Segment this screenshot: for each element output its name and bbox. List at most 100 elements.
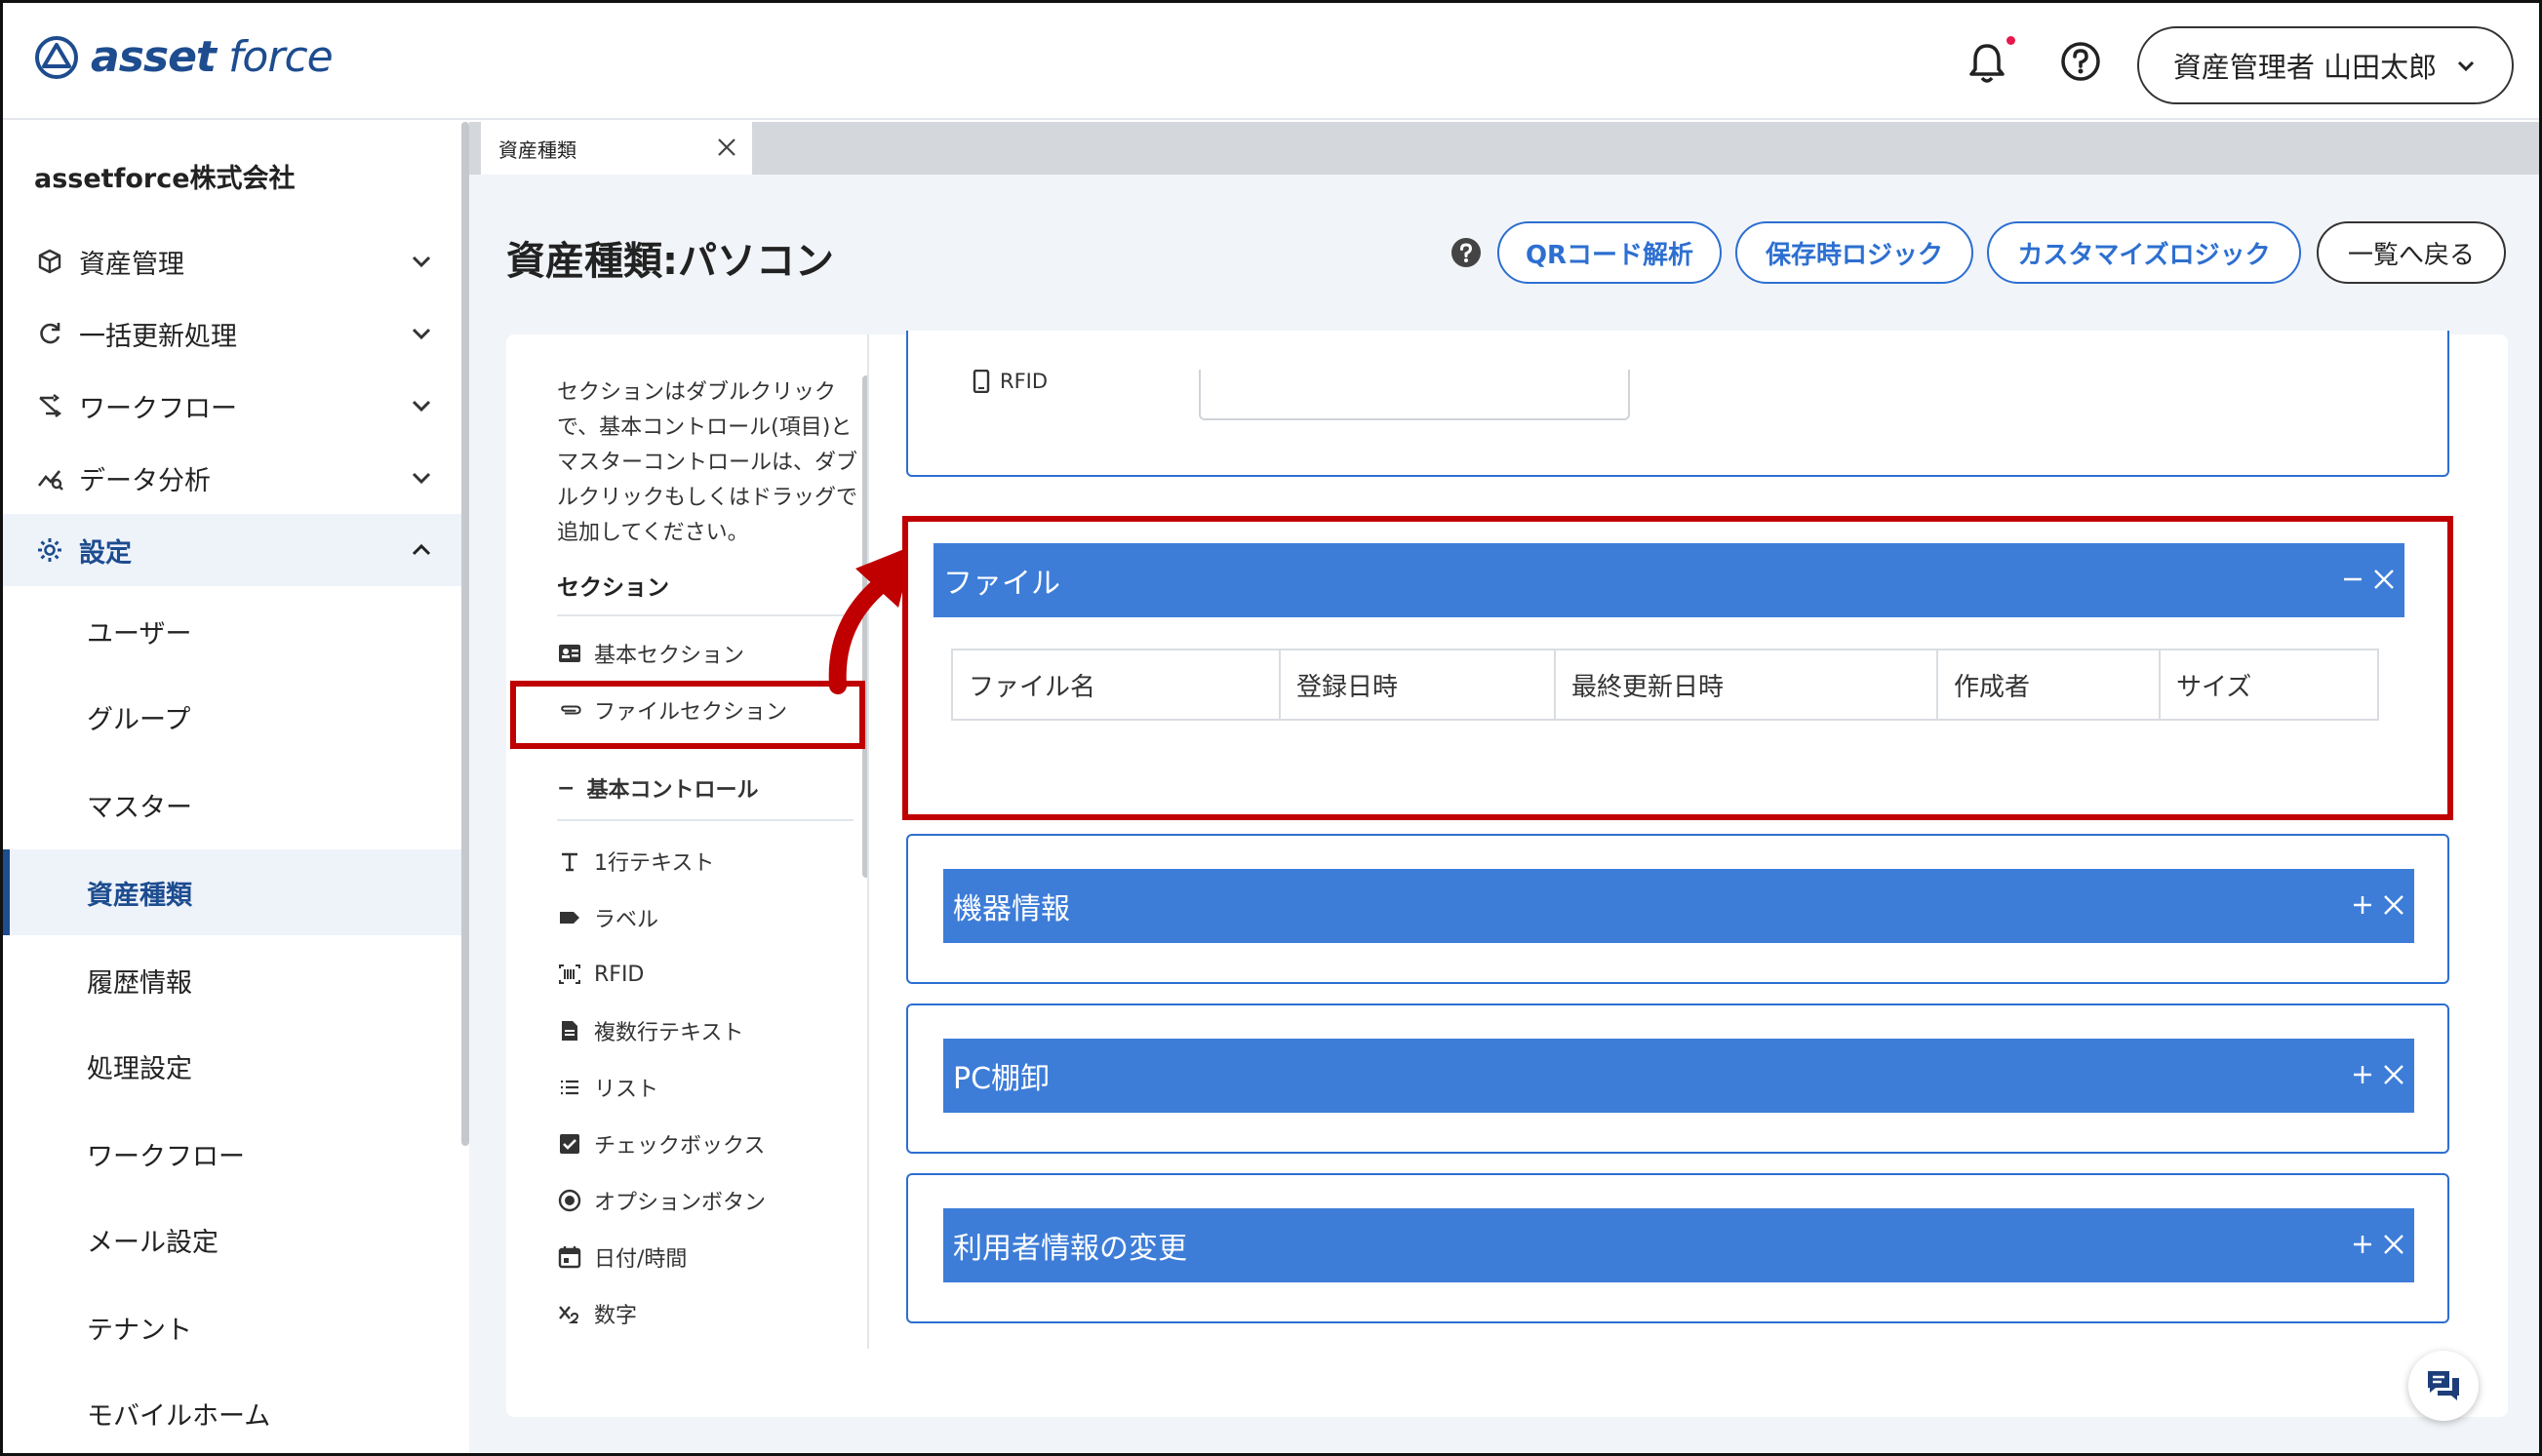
section-divider (557, 614, 854, 616)
col-updated-at: 最終更新日時 (1556, 650, 1938, 719)
chevron-down-icon (412, 256, 431, 268)
palette-hint: セクションはダブルクリックで、基本コントロール(項目)とマスターコントロールは、… (557, 380, 858, 545)
palette-control-multiline-text[interactable]: 複数行テキスト (557, 1011, 743, 1050)
chat-button[interactable] (2408, 1351, 2479, 1421)
sidebar: assetforce株式会社 資産管理 一括更新処理 ワークフロー データ分析 … (3, 122, 469, 1453)
user-menu-button[interactable]: 資産管理者 山田太郎 (2137, 26, 2514, 104)
section-card-user-change[interactable]: 利用者情報の変更 (906, 1173, 2449, 1323)
phone-icon (973, 370, 990, 393)
help-icon[interactable] (2059, 40, 2102, 83)
save-logic-button[interactable]: 保存時ロジック (1735, 221, 1973, 284)
sidebar-sub-mail-settings[interactable]: メール設定 (3, 1197, 463, 1282)
basic-controls-heading[interactable]: − 基本コントロール (557, 768, 758, 807)
page-title: 資産種類:パソコン (506, 239, 834, 284)
editor-panel: セクションはダブルクリックで、基本コントロール(項目)とマスターコントロールは、… (506, 331, 2508, 1417)
palette-highlight (510, 681, 865, 749)
sidebar-item-asset-management[interactable]: 資産管理 (3, 225, 463, 297)
file-table-header: ファイル名 登録日時 最終更新日時 作成者 サイズ (951, 649, 2379, 721)
palette-control-rfid[interactable]: RFID (557, 955, 644, 994)
tab-asset-types[interactable]: 資産種類 (481, 122, 752, 175)
workflow-icon (39, 394, 61, 417)
section-card-device-info[interactable]: 機器情報 (906, 834, 2449, 984)
col-creator: 作成者 (1938, 650, 2161, 719)
sidebar-sub-master[interactable]: マスター (3, 762, 463, 847)
id-card-icon (559, 645, 580, 662)
close-icon[interactable] (2379, 1060, 2408, 1089)
user-name: 資産管理者 山田太郎 (2172, 51, 2438, 84)
refresh-icon (40, 323, 60, 344)
rfid-input[interactable] (1199, 370, 1630, 420)
section-card-top: RFID (906, 331, 2449, 477)
rfid-icon (559, 964, 580, 984)
palette-divider (867, 334, 869, 1349)
palette-control-number[interactable]: 数字 (557, 1294, 637, 1333)
tag-icon (560, 912, 579, 924)
company-name: assetforce株式会社 (34, 164, 296, 194)
section-heading: セクション (557, 575, 669, 601)
sidebar-item-bulk-update[interactable]: 一括更新処理 (3, 297, 463, 370)
customize-logic-button[interactable]: カスタマイズロジック (1987, 221, 2301, 284)
sidebar-item-settings[interactable]: 設定 (3, 514, 463, 586)
sidebar-sub-asset-types[interactable]: 資産種類 (3, 849, 463, 935)
gear-icon (38, 538, 61, 562)
close-icon[interactable] (2369, 565, 2399, 594)
palette-control-checkbox[interactable]: チェックボックス (557, 1124, 765, 1163)
file-section-card[interactable]: ファイル ファイル名 登録日時 最終更新日時 作成者 サイズ (908, 522, 2447, 814)
chevron-down-icon (412, 400, 431, 413)
sidebar-sub-tenant[interactable]: テナント (3, 1284, 463, 1370)
minimize-icon[interactable] (2338, 565, 2367, 594)
palette-basic-section[interactable]: 基本セクション (557, 634, 744, 673)
radio-icon (558, 1189, 581, 1212)
section-header-pc-inventory[interactable]: PC棚卸 (943, 1039, 2414, 1113)
close-icon[interactable] (715, 136, 738, 159)
back-to-list-button[interactable]: 一覧へ戻る (2317, 221, 2506, 284)
checkbox-icon (560, 1134, 579, 1154)
chevron-down-icon (412, 328, 431, 340)
sidebar-sub-users[interactable]: ユーザー (3, 588, 463, 674)
top-header: asset force 資産管理者 山田太郎 (3, 3, 2539, 120)
palette-control-list[interactable]: リスト (557, 1068, 658, 1107)
expand-icon[interactable] (2348, 890, 2377, 920)
chat-icon (2428, 1371, 2459, 1400)
number-icon (559, 1306, 579, 1323)
close-icon[interactable] (2379, 890, 2408, 920)
sidebar-item-data-analysis[interactable]: データ分析 (3, 442, 463, 514)
chevron-down-icon (412, 472, 431, 485)
sidebar-scrollbar[interactable] (461, 122, 469, 1146)
sidebar-sub-workflow[interactable]: ワークフロー (3, 1111, 463, 1197)
sidebar-item-workflow[interactable]: ワークフロー (3, 370, 463, 442)
sidebar-sub-process-settings[interactable]: 処理設定 (3, 1023, 463, 1109)
app-window: asset force 資産管理者 山田太郎 assetforce株式会社 資産… (0, 0, 2542, 1456)
palette-control-label[interactable]: ラベル (557, 898, 658, 937)
section-header-user-change[interactable]: 利用者情報の変更 (943, 1208, 2414, 1282)
palette-control-datetime[interactable]: 日付/時間 (557, 1238, 687, 1277)
section-header-device-info[interactable]: 機器情報 (943, 869, 2414, 943)
controls-divider (557, 819, 854, 821)
palette-control-single-text[interactable]: 1行テキスト (557, 842, 714, 881)
file-section-header[interactable]: ファイル (933, 543, 2404, 617)
chevron-down-icon (2458, 60, 2475, 72)
qr-code-analysis-button[interactable]: QRコード解析 (1497, 221, 1722, 284)
expand-icon[interactable] (2348, 1230, 2377, 1259)
control-palette: セクションはダブルクリックで、基本コントロール(項目)とマスターコントロールは、… (506, 334, 867, 1349)
palette-control-option-button[interactable]: オプションボタン (557, 1181, 766, 1220)
expand-icon[interactable] (2348, 1060, 2377, 1089)
col-size: サイズ (2176, 672, 2252, 702)
list-icon (561, 1080, 578, 1095)
notification-bell-icon[interactable] (1966, 40, 2008, 85)
sidebar-sub-history[interactable]: 履歴情報 (3, 937, 463, 1023)
main-area: 資産種類 資産種類:パソコン QRコード解析 保存時ロジック カスタマイズロジッ… (469, 122, 2539, 1453)
question-circle-icon[interactable] (1450, 237, 1482, 268)
sidebar-sub-groups[interactable]: グループ (3, 674, 463, 760)
calendar-icon (558, 1246, 581, 1269)
section-card-pc-inventory[interactable]: PC棚卸 (906, 1003, 2449, 1154)
cube-icon (38, 249, 61, 274)
col-file-name: ファイル名 (953, 650, 1281, 719)
logo-text: asset force (91, 32, 334, 82)
close-icon[interactable] (2379, 1230, 2408, 1259)
chevron-up-icon (412, 543, 431, 556)
sidebar-sub-mobile-home[interactable]: モバイルホーム (3, 1370, 463, 1453)
text-icon (562, 852, 577, 872)
assetforce-logo[interactable]: asset force (34, 32, 334, 82)
document-icon (562, 1021, 577, 1041)
